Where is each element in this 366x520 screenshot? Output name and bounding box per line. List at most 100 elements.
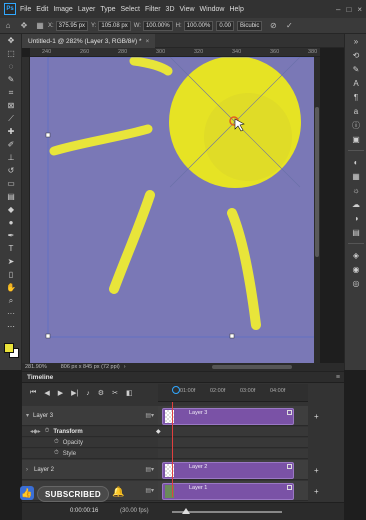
close-tab-icon[interactable]: × bbox=[146, 38, 150, 45]
current-time[interactable]: 0:00:00:16 bbox=[70, 508, 98, 514]
interpolation-select[interactable]: Bicubic bbox=[237, 20, 263, 31]
blur-tool-icon[interactable]: ◆ bbox=[0, 203, 22, 216]
stopwatch-icon[interactable]: ⏱ bbox=[45, 428, 50, 435]
panel-menu-icon[interactable]: ≡ bbox=[336, 374, 340, 381]
transform-handle[interactable] bbox=[45, 333, 51, 339]
minimize-button[interactable]: – bbox=[336, 5, 340, 14]
expand-arrow-icon[interactable]: ▾ bbox=[26, 412, 29, 419]
frame-tool-icon[interactable]: ⊠ bbox=[0, 99, 22, 112]
menu-window[interactable]: Window bbox=[200, 6, 225, 13]
info-arrow-icon[interactable]: › bbox=[124, 364, 126, 370]
first-frame-icon[interactable]: ⏮ bbox=[30, 389, 36, 397]
angle-field[interactable]: 0.00 bbox=[216, 20, 235, 31]
cancel-transform-icon[interactable]: ⊘ bbox=[268, 21, 278, 31]
rectangle-tool-icon[interactable]: ▯ bbox=[0, 268, 22, 281]
stopwatch-icon[interactable]: ⏱ bbox=[54, 450, 59, 457]
add-media-icon[interactable]: + bbox=[314, 487, 319, 496]
prev-frame-icon[interactable]: ◀ bbox=[44, 389, 49, 397]
zoom-tool-icon[interactable]: ⌕ bbox=[0, 294, 22, 307]
layer-options-icon[interactable]: ▤▾ bbox=[145, 487, 154, 494]
menu-image[interactable]: Image bbox=[53, 6, 72, 13]
type-tool-icon[interactable]: T bbox=[0, 242, 22, 255]
timeline-ruler[interactable]: 01:00f 02:00f 03:00f 04:00f bbox=[158, 384, 308, 402]
dodge-tool-icon[interactable]: ● bbox=[0, 216, 22, 229]
clip-layer2[interactable]: Layer 2 bbox=[162, 462, 294, 479]
layer-row-layer2[interactable]: › Layer 2 ▤▾ bbox=[22, 460, 158, 480]
clip-end-icon[interactable] bbox=[287, 485, 292, 490]
next-frame-icon[interactable]: ▶| bbox=[71, 389, 78, 397]
libraries-icon[interactable]: ☁ bbox=[345, 197, 366, 211]
expand-arrow-icon[interactable]: › bbox=[26, 467, 28, 473]
adjustments-icon[interactable]: ◑ bbox=[345, 211, 366, 225]
w-field[interactable]: 100.00% bbox=[142, 20, 173, 31]
layer-row-layer3[interactable]: ▾ Layer 3 ▤▾ bbox=[22, 406, 158, 426]
property-row-style[interactable]: ⏱ Style bbox=[22, 449, 158, 459]
lasso-tool-icon[interactable]: ◌ bbox=[0, 60, 22, 73]
swatches-icon[interactable]: ▦ bbox=[345, 169, 366, 183]
move-tool-icon[interactable]: ✥ bbox=[0, 34, 22, 47]
x-field[interactable]: 375.95 px bbox=[55, 20, 89, 31]
paths-icon[interactable]: ◎ bbox=[345, 276, 366, 290]
play-icon[interactable]: ▶ bbox=[58, 389, 63, 397]
info-icon[interactable]: ⓘ bbox=[345, 118, 366, 132]
transform-handle[interactable] bbox=[229, 333, 235, 339]
paragraph-icon[interactable]: ¶ bbox=[345, 90, 366, 104]
bell-icon[interactable]: 🔔 bbox=[112, 487, 124, 498]
layers-icon[interactable]: ◈ bbox=[345, 248, 366, 262]
subscribed-button[interactable]: SUBSCRIBED bbox=[37, 486, 109, 502]
foreground-color-swatch[interactable] bbox=[4, 343, 14, 353]
thumbs-up-icon[interactable]: 👍 bbox=[20, 486, 34, 500]
pen-tool-icon[interactable]: ✒ bbox=[0, 229, 22, 242]
menu-view[interactable]: View bbox=[180, 6, 195, 13]
menu-select[interactable]: Select bbox=[121, 6, 140, 13]
keyframe-nav-icon[interactable]: ◂◆▸ bbox=[30, 428, 41, 435]
hand-tool-icon[interactable]: ✋ bbox=[0, 281, 22, 294]
gradient-tool-icon[interactable]: ▤ bbox=[0, 190, 22, 203]
healing-brush-icon[interactable]: ✚ bbox=[0, 125, 22, 138]
history-brush-icon[interactable]: ↺ bbox=[0, 164, 22, 177]
collapse-panels-icon[interactable]: » bbox=[345, 34, 366, 48]
menu-layer[interactable]: Layer bbox=[78, 6, 96, 13]
maximize-button[interactable]: □ bbox=[346, 5, 351, 14]
add-media-icon[interactable]: + bbox=[314, 466, 319, 475]
property-row-transform[interactable]: ◂◆▸ ⏱ Transform bbox=[22, 427, 158, 437]
document-canvas[interactable] bbox=[30, 57, 314, 363]
menu-help[interactable]: Help bbox=[229, 6, 243, 13]
playhead-icon[interactable] bbox=[172, 386, 180, 394]
crop-tool-icon[interactable]: ⌗ bbox=[0, 86, 22, 99]
clip-end-icon[interactable] bbox=[287, 410, 292, 415]
clone-stamp-icon[interactable]: ⊥ bbox=[0, 151, 22, 164]
properties-icon[interactable]: ▣ bbox=[345, 132, 366, 146]
quick-select-icon[interactable]: ✎ bbox=[0, 73, 22, 86]
menu-file[interactable]: File bbox=[20, 6, 31, 13]
add-media-icon[interactable]: + bbox=[314, 412, 319, 421]
keyframe-icon[interactable]: ◆ bbox=[156, 428, 161, 435]
home-icon[interactable]: ⌂ bbox=[3, 21, 13, 31]
split-icon[interactable]: ✂ bbox=[112, 389, 118, 397]
marquee-tool-icon[interactable]: ⬚ bbox=[0, 47, 22, 60]
history-icon[interactable]: ⟲ bbox=[345, 48, 366, 62]
character-icon[interactable]: A bbox=[345, 76, 366, 90]
clip-layer3[interactable]: Layer 3 bbox=[162, 408, 294, 425]
brush-tool-icon[interactable]: ✐ bbox=[0, 138, 22, 151]
grid-icon[interactable]: ▤ bbox=[345, 225, 366, 239]
menu-3d[interactable]: 3D bbox=[166, 6, 175, 13]
more-tools-icon[interactable]: ··· bbox=[0, 307, 22, 320]
stopwatch-icon[interactable]: ⏱ bbox=[54, 439, 59, 446]
glyphs-icon[interactable]: a bbox=[345, 104, 366, 118]
menu-filter[interactable]: Filter bbox=[145, 6, 161, 13]
horizontal-scrollbar[interactable] bbox=[212, 365, 292, 369]
settings-icon[interactable]: ⚙ bbox=[98, 389, 104, 397]
move-tool-icon[interactable]: ✥ bbox=[19, 21, 29, 31]
menu-type[interactable]: Type bbox=[100, 6, 115, 13]
clip-layer1[interactable]: Layer 1 bbox=[162, 483, 294, 500]
reference-point-icon[interactable]: ▦ bbox=[35, 21, 45, 31]
transition-icon[interactable]: ◧ bbox=[126, 389, 133, 397]
clip-end-icon[interactable] bbox=[287, 464, 292, 469]
layer-options-icon[interactable]: ▤▾ bbox=[145, 466, 154, 473]
h-field[interactable]: 100.00% bbox=[183, 20, 214, 31]
eyedropper-icon[interactable]: ⟋ bbox=[0, 112, 22, 125]
eraser-tool-icon[interactable]: ▭ bbox=[0, 177, 22, 190]
zoom-slider-knob[interactable] bbox=[182, 508, 190, 514]
path-select-icon[interactable]: ➤ bbox=[0, 255, 22, 268]
